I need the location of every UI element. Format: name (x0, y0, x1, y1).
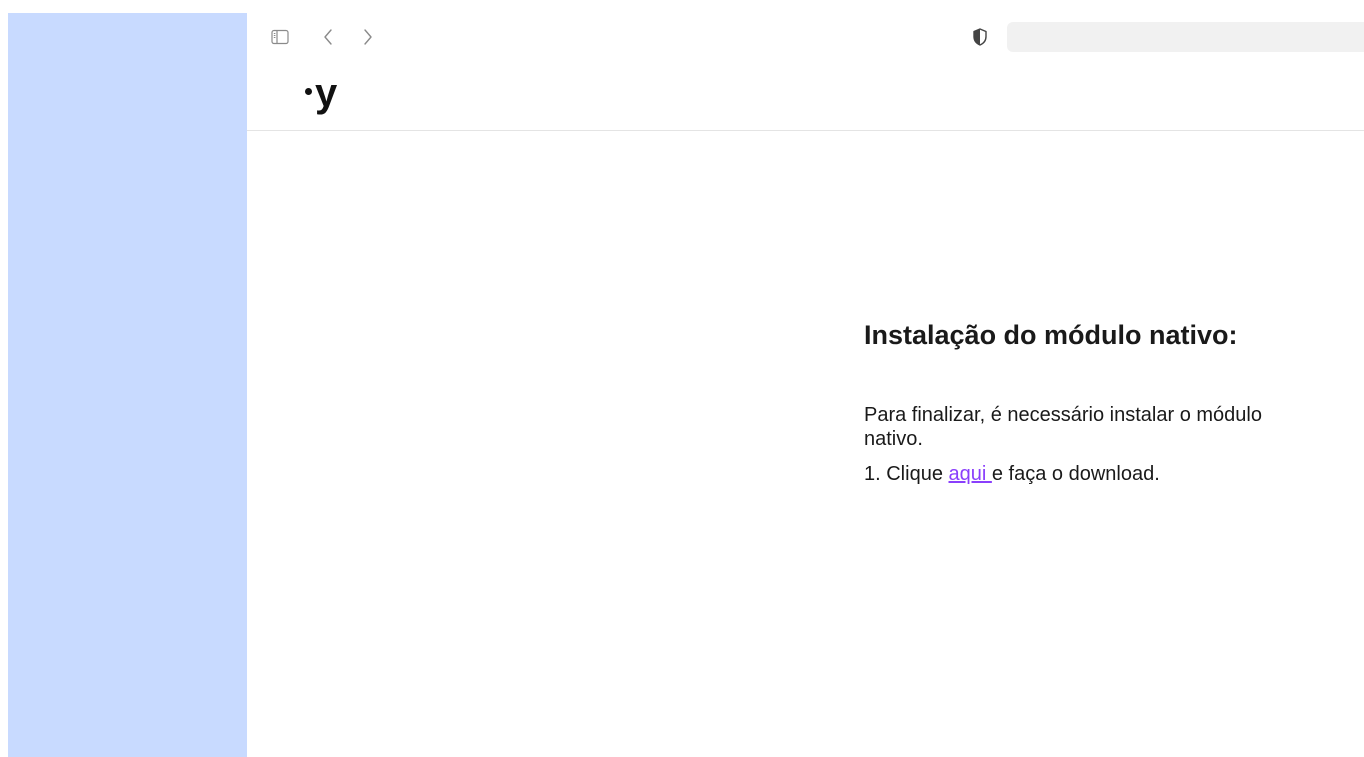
address-bar[interactable] (1007, 22, 1364, 52)
page-title: Instalação do módulo nativo: (864, 320, 1238, 350)
step-1: 1. Clique aqui e faça o download. (864, 462, 1344, 486)
site-logo[interactable]: y (305, 71, 337, 115)
step-1-prefix: 1. Clique (864, 463, 949, 485)
sidebar-panel (8, 13, 247, 757)
intro-text: Para finalizar, é necessário instalar o … (864, 404, 1262, 450)
step-1-suffix: e faça o download. (991, 463, 1160, 485)
left-gutter (0, 0, 8, 757)
logo-text: y (315, 71, 337, 115)
chevron-left-icon[interactable] (317, 26, 339, 48)
browser-window: y Instalação do módulo nativo: Para fina… (247, 13, 1364, 757)
screen: y Instalação do módulo nativo: Para fina… (0, 0, 1364, 757)
browser-toolbar (247, 13, 1364, 63)
download-link[interactable]: aqui (949, 463, 992, 485)
install-instructions: Instalação do módulo nativo: Para finali… (864, 318, 1344, 486)
logo-dot (305, 87, 312, 95)
shield-icon[interactable] (969, 26, 991, 48)
site-header: y (247, 63, 1364, 131)
sidebar-toggle-icon[interactable] (269, 26, 291, 48)
chevron-right-icon[interactable] (357, 26, 379, 48)
